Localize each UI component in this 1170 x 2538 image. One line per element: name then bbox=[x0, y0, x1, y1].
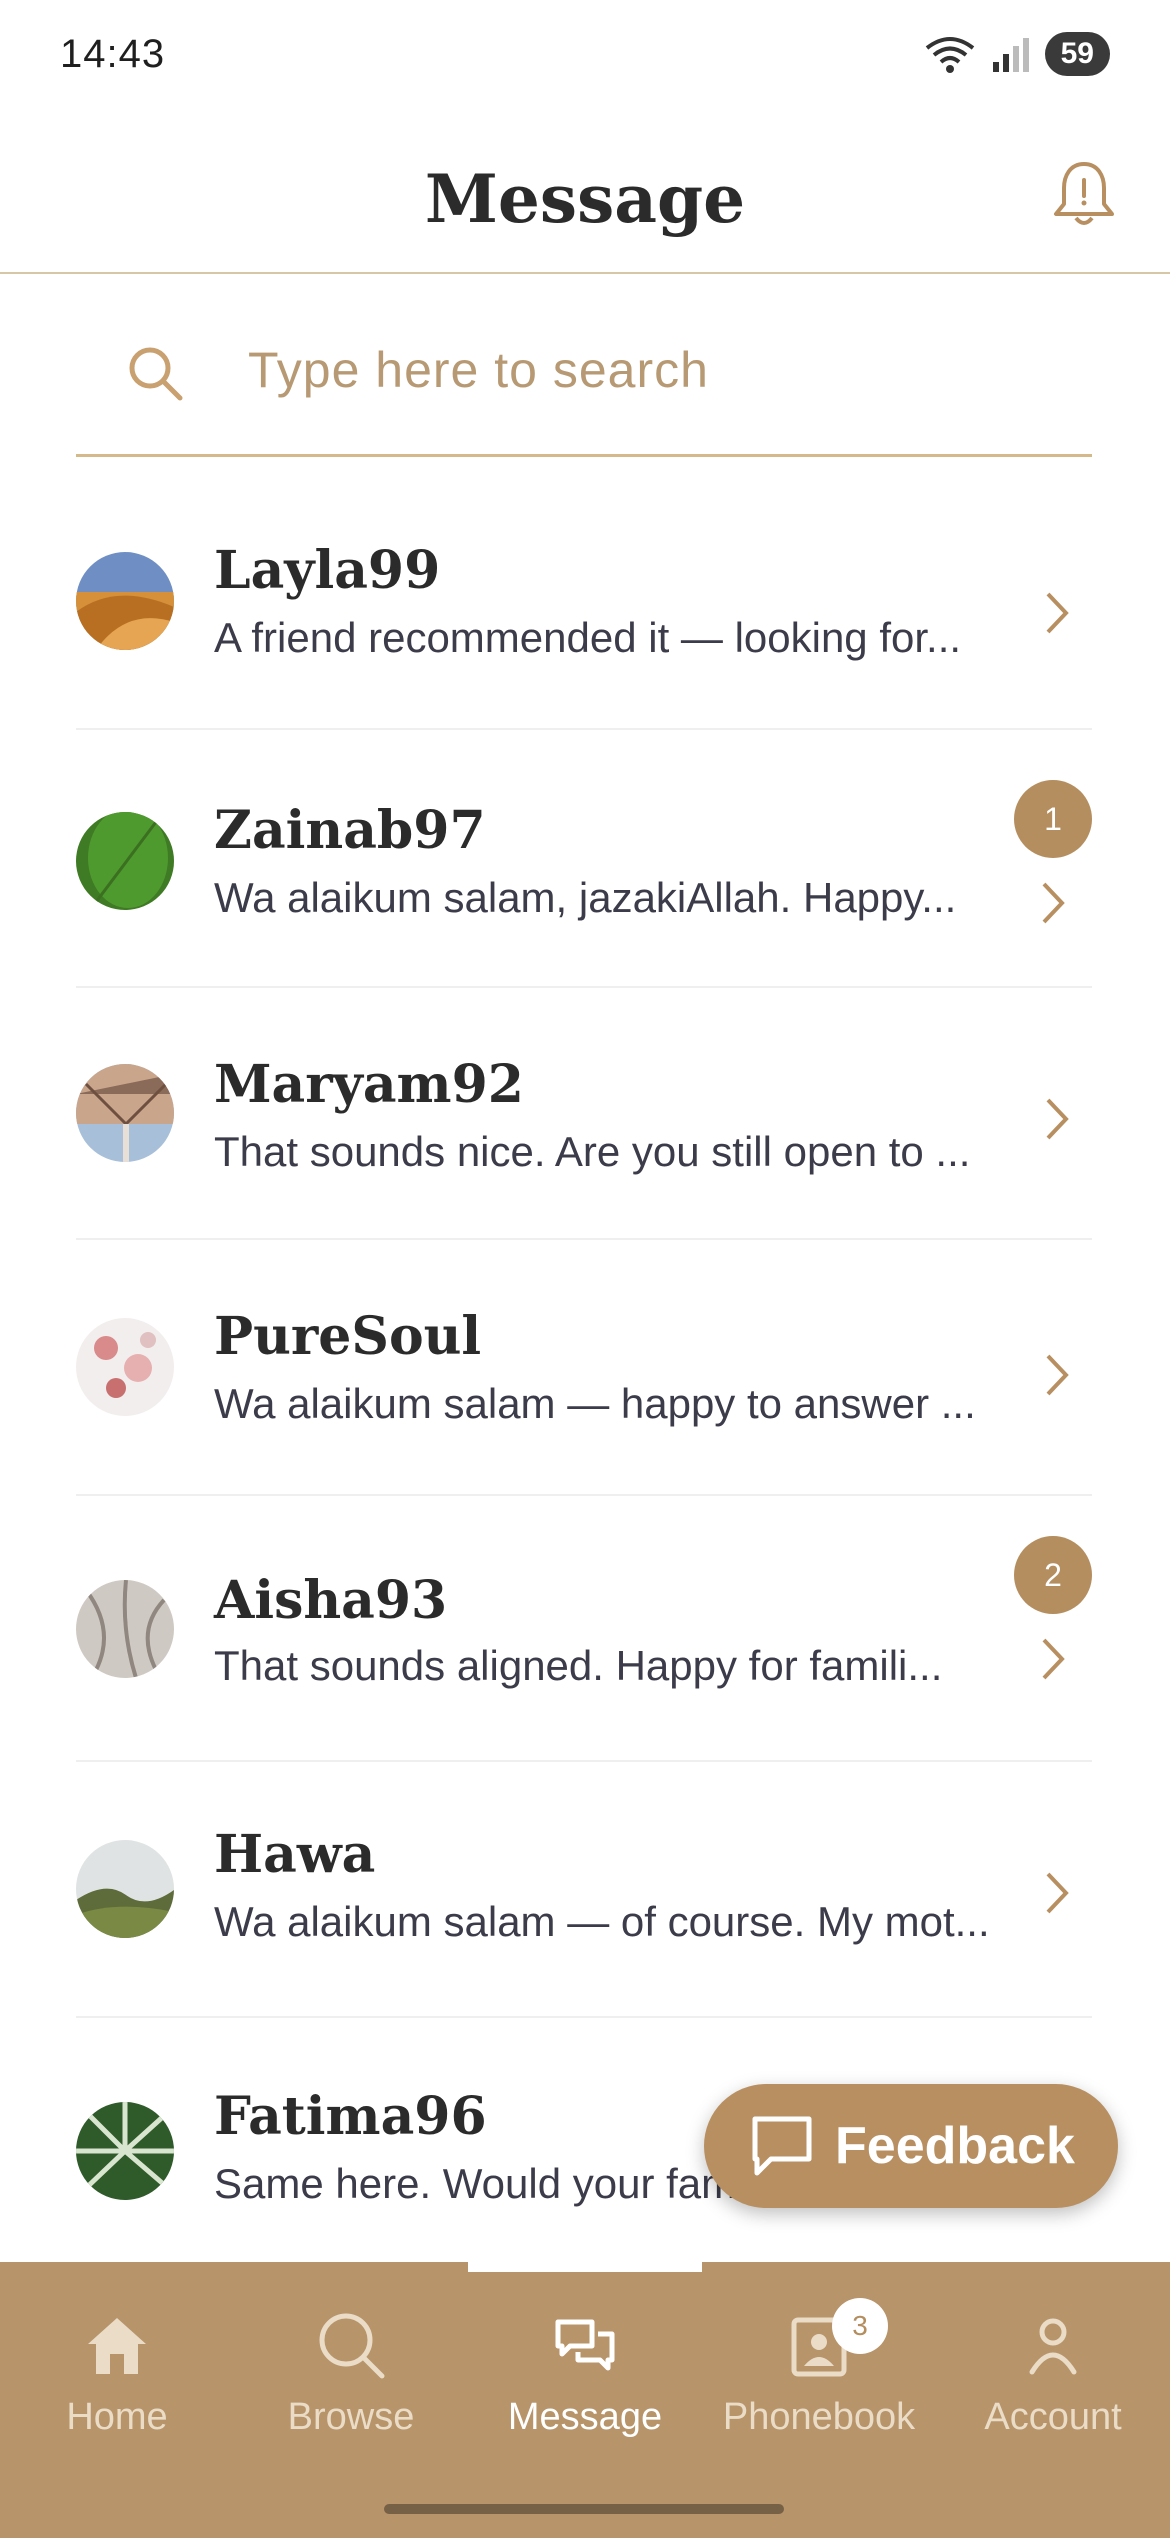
conversation-row[interactable]: Zainab97 Wa alaikum salam, jazakiAllah. … bbox=[76, 730, 1092, 988]
nav-label: Account bbox=[984, 2396, 1122, 2438]
nav-item-account[interactable]: Account bbox=[936, 2308, 1170, 2439]
contact-name: Zainab97 bbox=[214, 800, 486, 861]
message-preview: Wa alaikum salam — happy to answer ... bbox=[214, 1380, 976, 1427]
message-preview: That sounds aligned. Happy for famili... bbox=[214, 1642, 943, 1689]
search-icon bbox=[129, 347, 183, 401]
person-icon bbox=[1029, 2318, 1077, 2375]
conversation-row[interactable]: Layla99 A friend recommended it — lookin… bbox=[76, 470, 1092, 730]
status-time: 14:43 bbox=[60, 32, 166, 76]
battery-indicator: 59 bbox=[1044, 32, 1110, 76]
avatar bbox=[76, 2102, 174, 2200]
active-tab-indicator bbox=[468, 2262, 702, 2272]
nav-item-phonebook[interactable]: 3 Phonebook bbox=[702, 2298, 936, 2439]
unread-badge: 1 bbox=[1014, 780, 1092, 858]
conversation-row[interactable]: PureSoul Wa alaikum salam — happy to ans… bbox=[76, 1240, 1092, 1496]
contact-name: Aisha93 bbox=[214, 1570, 448, 1631]
message-preview: A friend recommended it — looking for... bbox=[214, 614, 962, 661]
conversation-row[interactable]: Hawa Wa alaikum salam — of course. My mo… bbox=[76, 1762, 1092, 2018]
chevron-right-icon bbox=[1046, 592, 1069, 634]
page-title: Message bbox=[424, 160, 746, 238]
feedback-label: Feedback bbox=[835, 2117, 1075, 2175]
status-icons: 59 bbox=[923, 32, 1110, 76]
feedback-button[interactable]: Feedback bbox=[704, 2084, 1118, 2208]
nav-label: Home bbox=[66, 2396, 168, 2438]
contact-name: PureSoul bbox=[214, 1306, 482, 1367]
chat-icon bbox=[555, 2319, 615, 2371]
nav-label: Phonebook bbox=[722, 2396, 916, 2438]
contact-name: Maryam92 bbox=[214, 1054, 524, 1115]
unread-badge: 2 bbox=[1014, 1536, 1092, 1614]
contact-name: Fatima96 bbox=[214, 2086, 487, 2147]
avatar bbox=[76, 552, 174, 650]
home-icon bbox=[88, 2318, 146, 2374]
conversation-row[interactable]: Aisha93 That sounds aligned. Happy for f… bbox=[76, 1496, 1092, 1762]
avatar bbox=[76, 1840, 174, 1938]
chevron-right-icon bbox=[1042, 1638, 1065, 1680]
chevron-right-icon bbox=[1046, 1098, 1069, 1140]
bell-icon[interactable] bbox=[1046, 156, 1122, 232]
avatar bbox=[76, 1318, 174, 1416]
contact-name: Layla99 bbox=[214, 540, 441, 601]
nav-item-home[interactable]: Home bbox=[0, 2308, 234, 2439]
search-input[interactable] bbox=[246, 334, 1070, 406]
message-preview: That sounds nice. Are you still open to … bbox=[214, 1128, 971, 1175]
search-bar bbox=[76, 320, 1092, 457]
message-preview: Wa alaikum salam — of course. My mot... bbox=[214, 1898, 990, 1945]
chevron-right-icon bbox=[1042, 882, 1065, 924]
status-bar: 14:43 59 bbox=[0, 0, 1170, 120]
speech-bubble-icon bbox=[752, 2116, 812, 2176]
page-header: Message bbox=[0, 150, 1170, 274]
chevron-right-icon bbox=[1046, 1354, 1069, 1396]
contact-name: Hawa bbox=[214, 1824, 376, 1885]
wifi-icon bbox=[925, 37, 974, 73]
avatar bbox=[76, 812, 174, 910]
phonebook-badge: 3 bbox=[832, 2298, 888, 2354]
chevron-right-icon bbox=[1046, 1872, 1069, 1914]
nav-item-message[interactable]: Message bbox=[468, 2308, 702, 2439]
message-preview: Wa alaikum salam, jazakiAllah. Happy... bbox=[214, 874, 957, 921]
home-indicator bbox=[384, 2504, 784, 2514]
avatar bbox=[76, 1064, 174, 1162]
nav-item-browse[interactable]: Browse bbox=[234, 2308, 468, 2439]
conversation-row[interactable]: Maryam92 That sounds nice. Are you still… bbox=[76, 988, 1092, 1240]
nav-label: Browse bbox=[287, 2396, 415, 2438]
bottom-nav: Home Browse Message 3 Phonebook Account bbox=[0, 2262, 1170, 2538]
search-icon bbox=[319, 2313, 385, 2379]
avatar bbox=[76, 1580, 174, 1678]
signal-icon bbox=[992, 38, 1029, 72]
nav-label: Message bbox=[507, 2396, 663, 2438]
